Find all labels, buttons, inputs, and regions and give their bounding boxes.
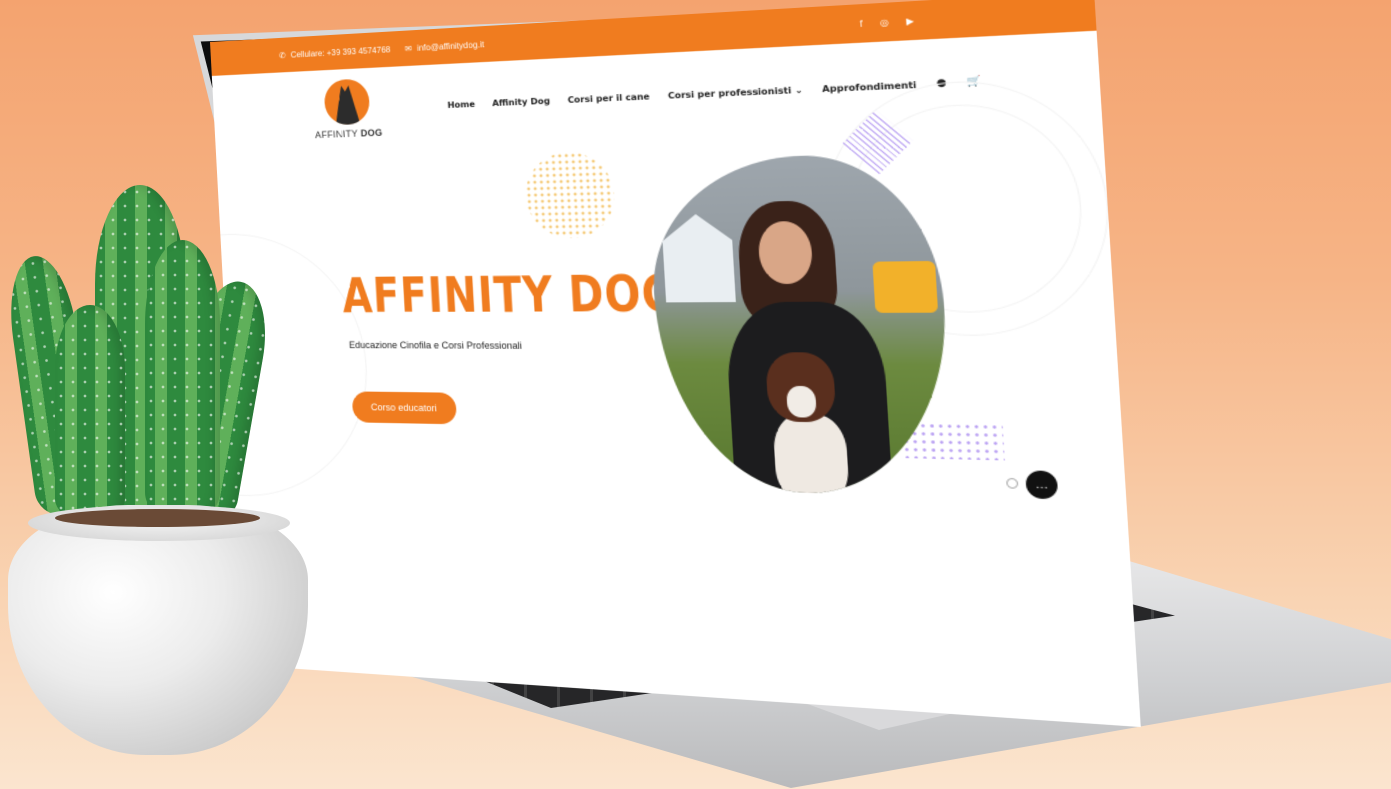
menu-item-corsi-professionisti-label: Corsi per professionisti — [667, 84, 792, 101]
chevron-down-icon: ⌄ — [794, 84, 804, 95]
cactus-arm — [145, 240, 220, 520]
logo-text-dog: DOG — [360, 127, 383, 139]
phone-text: Cellulare: +39 393 4574768 — [290, 44, 391, 60]
logo-text: AFFINITY DOG — [315, 127, 383, 140]
email-contact[interactable]: ✉ info@affinitydog.it — [405, 39, 485, 53]
menu-item-corsi-professionisti[interactable]: Corsi per professionisti ⌄ — [668, 84, 803, 100]
site-logo[interactable]: AFFINITY DOG — [300, 77, 395, 141]
social-links: f ◎ ▶ — [860, 15, 915, 28]
email-text: info@affinitydog.it — [416, 39, 485, 53]
dog-logo-icon — [323, 78, 370, 125]
hero-title: AFFINITY DOG — [340, 263, 680, 324]
plant-soil — [55, 509, 260, 527]
website-screen: ✆ Cellulare: +39 393 4574768 ✉ info@affi… — [210, 0, 1141, 727]
instagram-icon[interactable]: ◎ — [880, 17, 889, 28]
youtube-icon[interactable]: ▶ — [906, 15, 914, 26]
phone-icon: ✆ — [278, 50, 286, 60]
hero-subtitle: Educazione Cinofila e Corsi Professional… — [348, 339, 523, 351]
scroll-indicator[interactable] — [1006, 478, 1018, 489]
decorative-dots-circle — [523, 151, 616, 239]
facebook-icon[interactable]: f — [860, 18, 863, 28]
menu-item-corsi-cane[interactable]: Corsi per il cane — [567, 91, 650, 104]
logo-text-affinity: AFFINITY — [314, 128, 359, 141]
phone-contact[interactable]: ✆ Cellulare: +39 393 4574768 — [279, 45, 391, 60]
corso-educatori-button[interactable]: Corso educatori — [352, 391, 457, 424]
cactus-arm — [55, 305, 125, 520]
menu-item-approfondimenti[interactable]: Approfondimenti — [822, 79, 917, 93]
chat-icon[interactable]: … — [1025, 470, 1058, 499]
contact-info: ✆ Cellulare: +39 393 4574768 ✉ info@affi… — [279, 39, 485, 60]
hero-section: AFFINITY DOG Educazione Cinofila e Corsi… — [216, 123, 1138, 682]
plant-pot — [8, 505, 308, 755]
mail-icon: ✉ — [404, 43, 413, 54]
menu-item-home[interactable]: Home — [447, 99, 475, 110]
menu-item-affinity-dog[interactable]: Affinity Dog — [492, 96, 550, 108]
